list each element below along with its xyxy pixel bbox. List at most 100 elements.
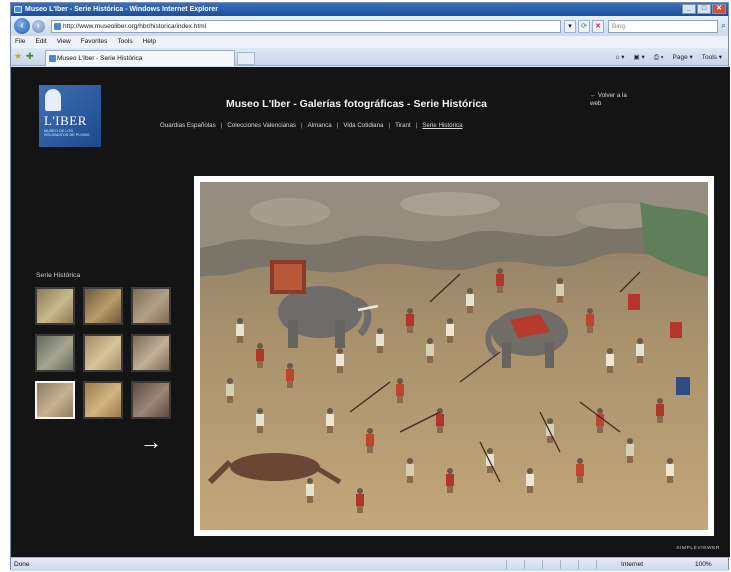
address-bar: ‹ › http://www.museoliber.org/hbr/histor… [11,16,728,36]
soldier-figure [306,478,314,503]
nav-separator: | [220,122,223,129]
maximize-button[interactable]: □ [697,4,711,14]
favorites-star-icon[interactable]: ★ [14,51,22,62]
soldier-figure [446,318,454,343]
gallery-thumbnail[interactable] [131,334,171,372]
nav-tirant[interactable]: Tirant [395,122,411,129]
zoom-level[interactable]: 100% [695,558,712,571]
status-panels [506,560,610,569]
gallery-thumbnail[interactable] [131,287,171,325]
nav-almanca[interactable]: Almanca [308,122,332,129]
soldier-figure [376,328,384,353]
next-page-arrow-icon[interactable]: → [140,429,162,455]
soldier-figure [596,408,604,433]
new-tab-button[interactable] [237,52,255,65]
tab-title: Museo L'Iber - Serie Histórica [57,55,143,62]
soldier-figure [546,418,554,443]
viewer-brand: SIMPLEVIEWER [676,546,720,551]
page-menu[interactable]: Page ▾ [673,52,693,63]
tabs-bar: ★ ✚ Museo L'Iber - Serie Histórica ⌂ ▾ ▣… [11,48,728,66]
main-photo[interactable] [194,176,714,536]
status-bar: Done Internet 100% [11,557,728,571]
soldier-figure [396,378,404,403]
soldier-figure [656,398,664,423]
nav-separator: | [415,122,418,129]
nav-serie-historica[interactable]: Serie Histórica [422,122,462,129]
soldier-figure [486,448,494,473]
soldier-figure [636,338,644,363]
soldier-figure [446,468,454,493]
soldier-figure [256,343,264,368]
web-page: L'IBER MUSEO DE LOS SOLDADITOS DE PLOMO … [11,67,730,557]
logo-subtext: MUSEO DE LOS SOLDADITOS DE PLOMO [44,129,90,138]
soldier-figure [586,308,594,333]
soldier-figure [496,268,504,293]
window-title: Museo L'Iber - Serie Histórica - Windows… [25,6,218,13]
soldier-figure [576,458,584,483]
title-bar: Museo L'Iber - Serie Histórica - Windows… [11,3,728,16]
gallery-thumbnail[interactable] [35,287,75,325]
nav-colecciones[interactable]: Colecciones Valencianas [227,122,296,129]
gallery-thumbnail[interactable] [83,334,123,372]
knight-figure-icon [45,89,61,111]
soldier-figure [556,278,564,303]
window-controls: _ □ ✕ [682,4,726,14]
tab-current[interactable]: Museo L'Iber - Serie Histórica [45,50,235,66]
soldier-figure [426,338,434,363]
url-field[interactable]: http://www.museoliber.org/hbr/historica/… [51,20,561,33]
gallery-thumbnail[interactable] [83,381,123,419]
gallery-nav: Guardias Españolas | Colecciones Valenci… [160,122,463,129]
page-title: Museo L'Iber - Galerías fotográficas - S… [226,98,487,110]
url-dropdown-button[interactable]: ▾ [564,20,576,33]
gallery-thumbnail[interactable] [35,381,75,419]
soldier-figure [286,363,294,388]
tools-menu[interactable]: Tools ▾ [702,52,722,63]
battle-diorama-image [200,182,708,530]
soldier-figure [406,458,414,483]
soldier-figure [626,438,634,463]
minimize-button[interactable]: _ [682,4,696,14]
gallery-section-label: Serie Histórica [36,272,81,279]
search-placeholder: Bing [612,23,626,30]
menu-bar: File Edit View Favorites Tools Help [11,36,728,48]
menu-tools[interactable]: Tools [117,36,132,48]
menu-help[interactable]: Help [143,36,156,48]
gallery-thumbnail[interactable] [35,334,75,372]
menu-file[interactable]: File [15,36,25,48]
home-icon[interactable]: ⌂ ▾ [616,52,625,63]
soldier-figure [256,408,264,433]
status-text: Done [14,561,30,568]
museum-logo[interactable]: L'IBER MUSEO DE LOS SOLDADITOS DE PLOMO [39,85,101,147]
soldier-figure [666,458,674,483]
nav-guardias[interactable]: Guardias Españolas [160,122,216,129]
print-icon[interactable]: ⎙ ▾ [654,52,664,63]
soldier-figure [326,408,334,433]
soldier-figure [366,428,374,453]
feeds-icon[interactable]: ▣ ▾ [634,52,645,63]
search-input[interactable]: Bing [608,20,718,33]
menu-edit[interactable]: Edit [35,36,46,48]
gallery-thumbnail[interactable] [131,381,171,419]
url-text: http://www.museoliber.org/hbr/historica/… [63,23,207,30]
back-button[interactable]: ‹ [14,18,30,34]
close-button[interactable]: ✕ [712,4,726,14]
nav-separator: | [388,122,391,129]
menu-favorites[interactable]: Favorites [81,36,108,48]
soldier-figure [466,288,474,313]
soldier-figure [606,348,614,373]
back-to-site-link[interactable]: ← Volver a la web [590,92,630,108]
page-icon [54,23,61,30]
forward-button[interactable]: › [32,20,45,33]
refresh-icon[interactable]: ⟳ [578,20,590,33]
menu-view[interactable]: View [57,36,71,48]
search-icon[interactable]: ⌕ [718,20,729,33]
tab-page-icon [49,55,56,62]
nav-separator: | [336,122,339,129]
gallery-thumbnail[interactable] [83,287,123,325]
nav-vida-cotidiana[interactable]: Vida Cotidiana [343,122,383,129]
browser-window: Museo L'Iber - Serie Histórica - Windows… [10,2,730,571]
add-favorite-icon[interactable]: ✚ [26,51,34,62]
command-bar: ⌂ ▾ ▣ ▾ ⎙ ▾ Page ▾ Tools ▾ [616,52,722,63]
security-zone[interactable]: Internet [621,558,643,571]
stop-icon[interactable]: ✕ [592,20,604,33]
